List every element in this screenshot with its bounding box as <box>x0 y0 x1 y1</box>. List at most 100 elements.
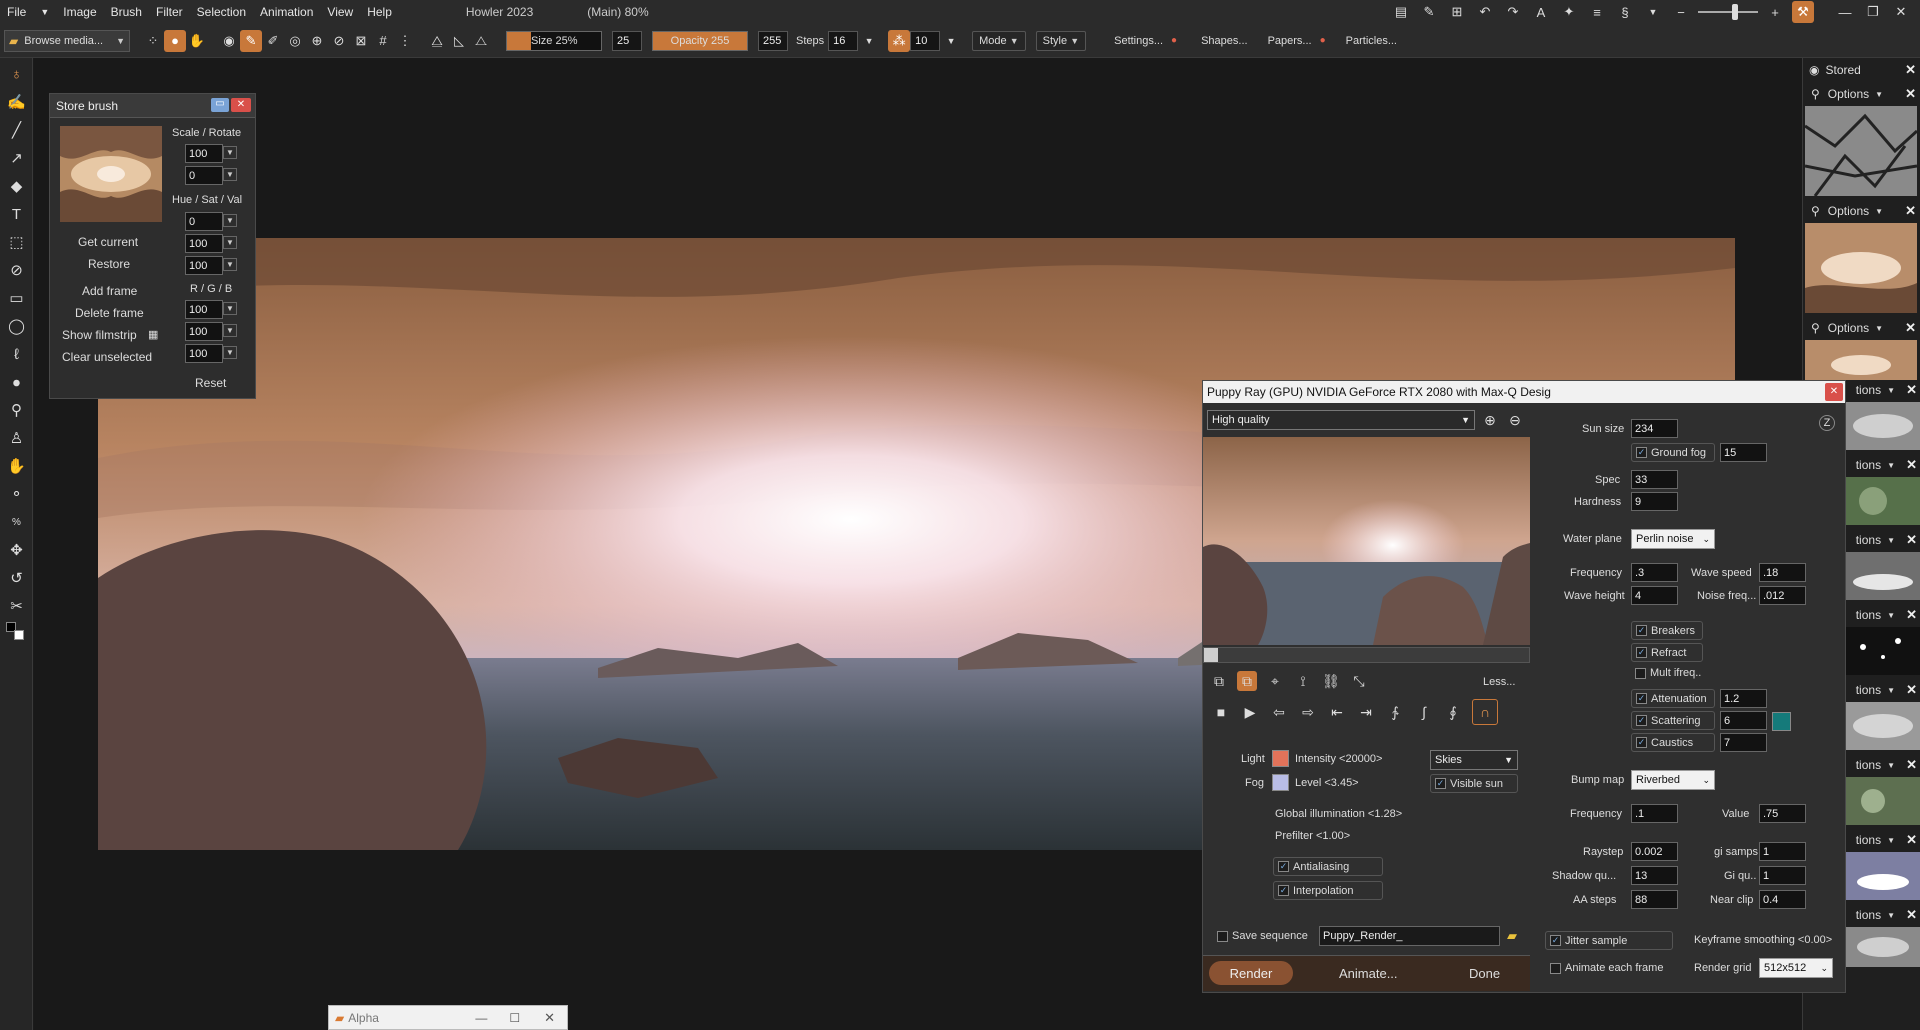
scattering-color-swatch[interactable] <box>1772 712 1791 731</box>
menu-view[interactable]: View <box>320 5 360 19</box>
tools-icon[interactable]: ⚒ <box>1792 1 1814 23</box>
erase-tool-icon[interactable]: ⊘ <box>0 256 33 284</box>
options-header-1[interactable]: ⚲ Options ▼ ✕ <box>1803 82 1920 106</box>
close-icon[interactable]: ✕ <box>1825 383 1843 401</box>
render-preview[interactable] <box>1203 437 1530 645</box>
jitter-input[interactable]: 10 <box>910 30 941 51</box>
add-preset-icon[interactable]: ⊕ <box>1480 410 1500 430</box>
mirror-icon[interactable]: ⧋ <box>426 30 448 52</box>
eyedropper-icon[interactable]: ⦁ <box>0 368 33 396</box>
timeline-scroll-handle[interactable] <box>1204 648 1218 662</box>
camera-keyframe-icon[interactable]: ⧉ <box>1209 671 1229 691</box>
hand-icon[interactable]: ✋ <box>186 30 208 52</box>
stored-thumbnail-5[interactable] <box>1843 477 1920 525</box>
menu-image[interactable]: Image <box>56 5 103 19</box>
sequence-name-input[interactable]: Puppy_Render_ <box>1319 926 1500 946</box>
get-current-button[interactable]: Get current <box>78 235 138 249</box>
shapes-button[interactable]: Shapes... <box>1201 35 1247 47</box>
text-tool-icon[interactable]: A <box>1530 1 1552 23</box>
scattering-checkbox[interactable]: ✓ Scattering <box>1631 711 1715 730</box>
close-icon[interactable]: ✕ <box>1906 907 1917 923</box>
camera-path-icon[interactable]: ⟟ <box>1293 671 1313 691</box>
tripod-icon[interactable]: ⧍ <box>470 30 492 52</box>
style-dropdown[interactable]: Style ▼ <box>1035 30 1087 51</box>
eye-icon[interactable]: ◉ <box>1809 63 1819 77</box>
steps-input[interactable]: 16 <box>828 30 859 51</box>
next-key-icon[interactable]: ⇨ <box>1298 702 1318 722</box>
caustics-input[interactable]: 7 <box>1720 733 1767 752</box>
opacity-slider[interactable]: Opacity 255 <box>652 30 748 51</box>
close-icon[interactable]: ✕ <box>1905 203 1916 219</box>
wand-icon[interactable]: ✦ <box>1558 1 1580 23</box>
browse-media-dropdown[interactable]: ▰ Browse media... ▼ <box>4 29 130 52</box>
close-icon[interactable]: ✕ <box>1906 532 1917 548</box>
round-brush-icon[interactable]: ● <box>164 29 186 52</box>
breakers-checkbox[interactable]: ✓ Breakers <box>1631 621 1703 640</box>
stamp-icon[interactable]: ⊞ <box>1446 1 1468 23</box>
stored-thumbnail-1[interactable] <box>1804 106 1919 197</box>
size-slider[interactable]: Size 25% <box>506 30 602 51</box>
wave-speed-input[interactable]: .18 <box>1759 563 1806 582</box>
list-icon[interactable]: ≡ <box>1586 1 1608 23</box>
collapse-icon[interactable]: ⤡ <box>1349 671 1369 691</box>
stored-thumbnail-7[interactable] <box>1843 627 1920 675</box>
zoom-in-icon[interactable]: + <box>1764 1 1786 23</box>
percent-tool-icon[interactable]: % <box>0 508 33 536</box>
move-tool-icon[interactable]: ✥ <box>0 536 33 564</box>
save-sequence-checkbox[interactable]: Save sequence <box>1217 930 1308 942</box>
ground-fog-input[interactable]: 15 <box>1720 443 1767 462</box>
dropdown-icon[interactable]: ▼ <box>1642 1 1664 23</box>
boxed-x-icon[interactable]: ⊠ <box>350 30 372 52</box>
close-icon[interactable]: ✕ <box>544 1010 555 1026</box>
hue-input[interactable]: 0 <box>185 212 223 231</box>
b-dropdown-icon[interactable]: ▼ <box>223 346 237 359</box>
visible-sun-checkbox[interactable]: ✓ Visible sun <box>1430 774 1518 793</box>
fill-tool-icon[interactable]: ◆ <box>0 172 33 200</box>
steps-dropdown-icon[interactable]: ▼ <box>858 30 880 52</box>
refract-checkbox[interactable]: ✓ Refract <box>1631 643 1703 662</box>
clear-unselected-button[interactable]: Clear unselected <box>62 350 152 364</box>
add-key-icon[interactable]: ∱ <box>1385 702 1405 722</box>
antialiasing-checkbox[interactable]: ✓ Antialiasing <box>1273 857 1383 876</box>
animate-button[interactable]: Animate... <box>1339 966 1398 981</box>
redo-icon[interactable]: ↷ <box>1502 1 1524 23</box>
menu-filter[interactable]: Filter <box>149 5 190 19</box>
pen-icon[interactable]: ✎ <box>240 29 262 52</box>
zoom-slider-handle[interactable] <box>1732 4 1738 20</box>
noise-freq-input[interactable]: .012 <box>1759 586 1806 605</box>
papers-button[interactable]: Papers... <box>1268 35 1312 47</box>
near-clip-input[interactable]: 0.4 <box>1759 890 1806 909</box>
restore-button[interactable]: Restore <box>88 257 130 271</box>
target-icon[interactable]: ⊕ <box>306 30 328 52</box>
edit-icon[interactable]: ⊘ <box>328 30 350 52</box>
add-frame-button[interactable]: Add frame <box>82 284 137 298</box>
color-swatches[interactable] <box>0 620 33 644</box>
stored-thumbnail-3[interactable] <box>1805 340 1917 380</box>
transform-tool-icon[interactable]: ⬚ <box>0 228 33 256</box>
mult-freq-checkbox[interactable]: Mult ifreq.. <box>1635 667 1701 679</box>
attenuation-input[interactable]: 1.2 <box>1720 689 1767 708</box>
close-icon[interactable]: ✕ <box>1905 320 1916 336</box>
g-dropdown-icon[interactable]: ▼ <box>223 324 237 337</box>
fog-level-label[interactable]: Level <3.45> <box>1295 777 1359 789</box>
close-icon[interactable]: ✕ <box>1906 757 1917 773</box>
prev-key-icon[interactable]: ⇦ <box>1269 702 1289 722</box>
gi-samps-input[interactable]: 1 <box>1759 842 1806 861</box>
stored-thumbnail-10[interactable] <box>1843 852 1920 900</box>
particles-button[interactable]: Particles... <box>1346 35 1397 47</box>
clear-keys-icon[interactable]: ∮ <box>1443 702 1463 722</box>
camera-target-icon[interactable]: ⌖ <box>1265 671 1285 691</box>
zoom-tool-icon[interactable]: ⚬ <box>0 480 33 508</box>
close-icon[interactable]: ✕ <box>1906 607 1917 623</box>
ellipse-select-icon[interactable]: ◯ <box>0 312 33 340</box>
brush-store-icon[interactable]: ✎ <box>1418 1 1440 23</box>
attenuation-checkbox[interactable]: ✓ Attenuation <box>1631 689 1715 708</box>
scattering-input[interactable]: 6 <box>1720 711 1767 730</box>
remove-key-icon[interactable]: ∫ <box>1414 702 1434 722</box>
quality-dropdown[interactable]: High quality ▼ <box>1207 410 1475 430</box>
sun-size-input[interactable]: 234 <box>1631 419 1678 438</box>
lasso-icon[interactable]: ℓ <box>0 340 33 368</box>
first-key-icon[interactable]: ⇤ <box>1327 702 1347 722</box>
rect-select-icon[interactable]: ▭ <box>0 284 33 312</box>
close-icon[interactable]: ✕ <box>1906 832 1917 848</box>
